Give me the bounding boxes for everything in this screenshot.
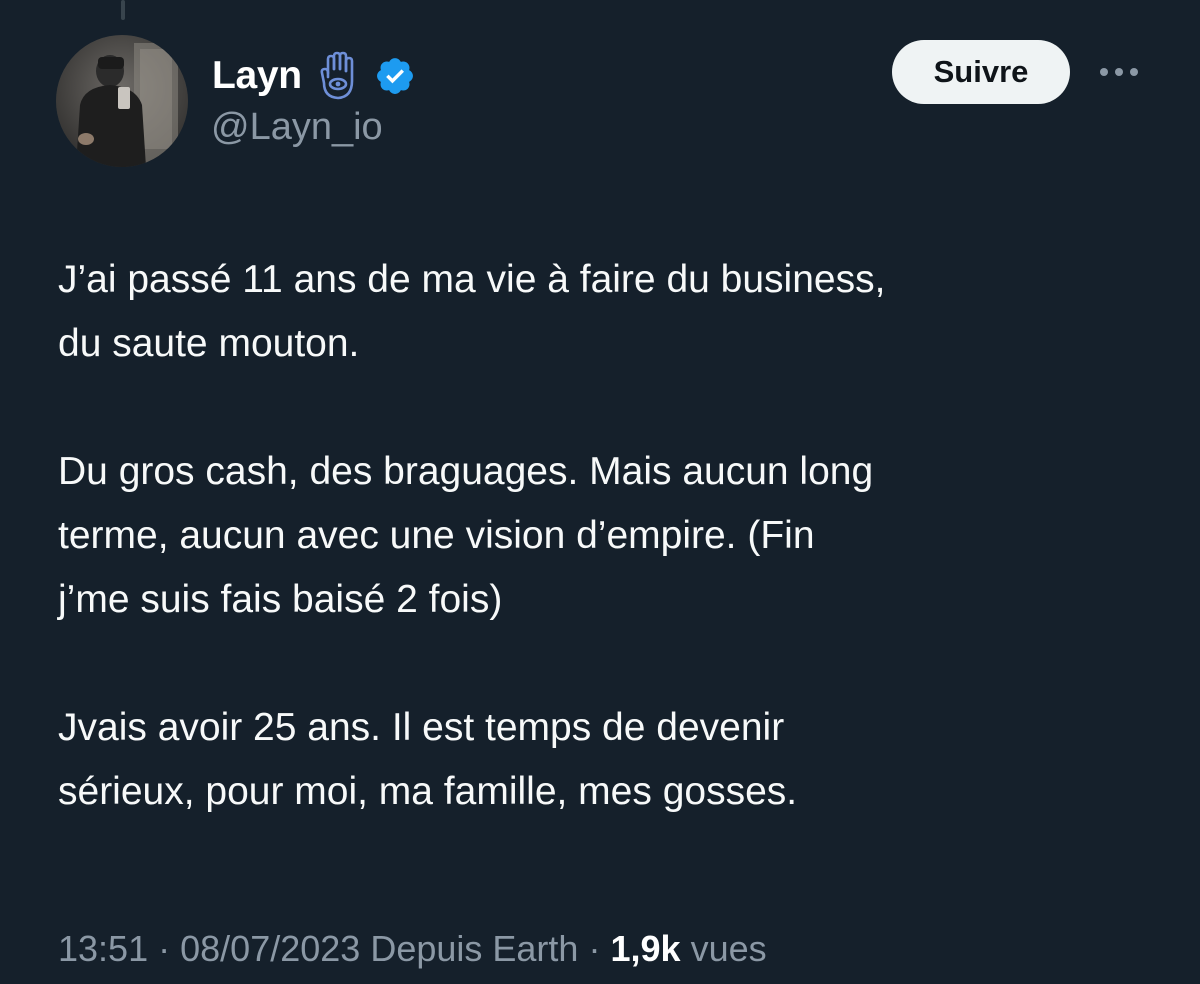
- meta-separator: ·: [158, 928, 171, 969]
- tweet-line: du saute mouton.: [58, 322, 360, 365]
- avatar[interactable]: [56, 35, 188, 167]
- tweet-text: J’ai passé 11 ans de ma vie à faire du b…: [58, 248, 1158, 824]
- more-options-icon[interactable]: [1098, 62, 1140, 82]
- author-name-row: Layn: [212, 48, 416, 104]
- verified-badge-icon: [376, 58, 413, 94]
- avatar-photo: [56, 35, 188, 167]
- tweet-paragraph: J’ai passé 11 ans de ma vie à faire du b…: [58, 248, 1158, 376]
- tweet-container: Layn @Layn_io Suivre J’ai passé 11 ans d…: [0, 0, 1200, 984]
- tweet-line: Jvais avoir 25 ans. Il est temps de deve…: [58, 706, 785, 749]
- tweet-date[interactable]: 08/07/2023: [180, 928, 360, 969]
- author-display-name[interactable]: Layn: [212, 54, 302, 98]
- hamsa-icon: [320, 51, 354, 100]
- tweet-line: Du gros cash, des braguages. Mais aucun …: [58, 450, 874, 493]
- tweet-line: j’me suis fais baisé 2 fois): [58, 578, 503, 621]
- author-handle[interactable]: @Layn_io: [211, 106, 383, 149]
- thread-connector-line: [121, 0, 125, 20]
- tweet-line: sérieux, pour moi, ma famille, mes gosse…: [58, 770, 798, 813]
- tweet-line: terme, aucun avec une vision d’empire. (…: [58, 514, 815, 557]
- tweet-line: J’ai passé 11 ans de ma vie à faire du b…: [58, 258, 886, 301]
- views-label: vues: [690, 928, 767, 969]
- tweet-source: Depuis Earth: [370, 928, 579, 969]
- tweet-time[interactable]: 13:51: [58, 928, 148, 969]
- tweet-paragraph: Du gros cash, des braguages. Mais aucun …: [58, 440, 1158, 632]
- follow-button[interactable]: Suivre: [892, 40, 1070, 104]
- meta-separator: ·: [588, 928, 601, 969]
- tweet-metadata: 13:51 · 08/07/2023 Depuis Earth · 1,9k v…: [58, 928, 767, 970]
- views-count[interactable]: 1,9k: [610, 928, 680, 969]
- tweet-paragraph: Jvais avoir 25 ans. Il est temps de deve…: [58, 696, 1158, 824]
